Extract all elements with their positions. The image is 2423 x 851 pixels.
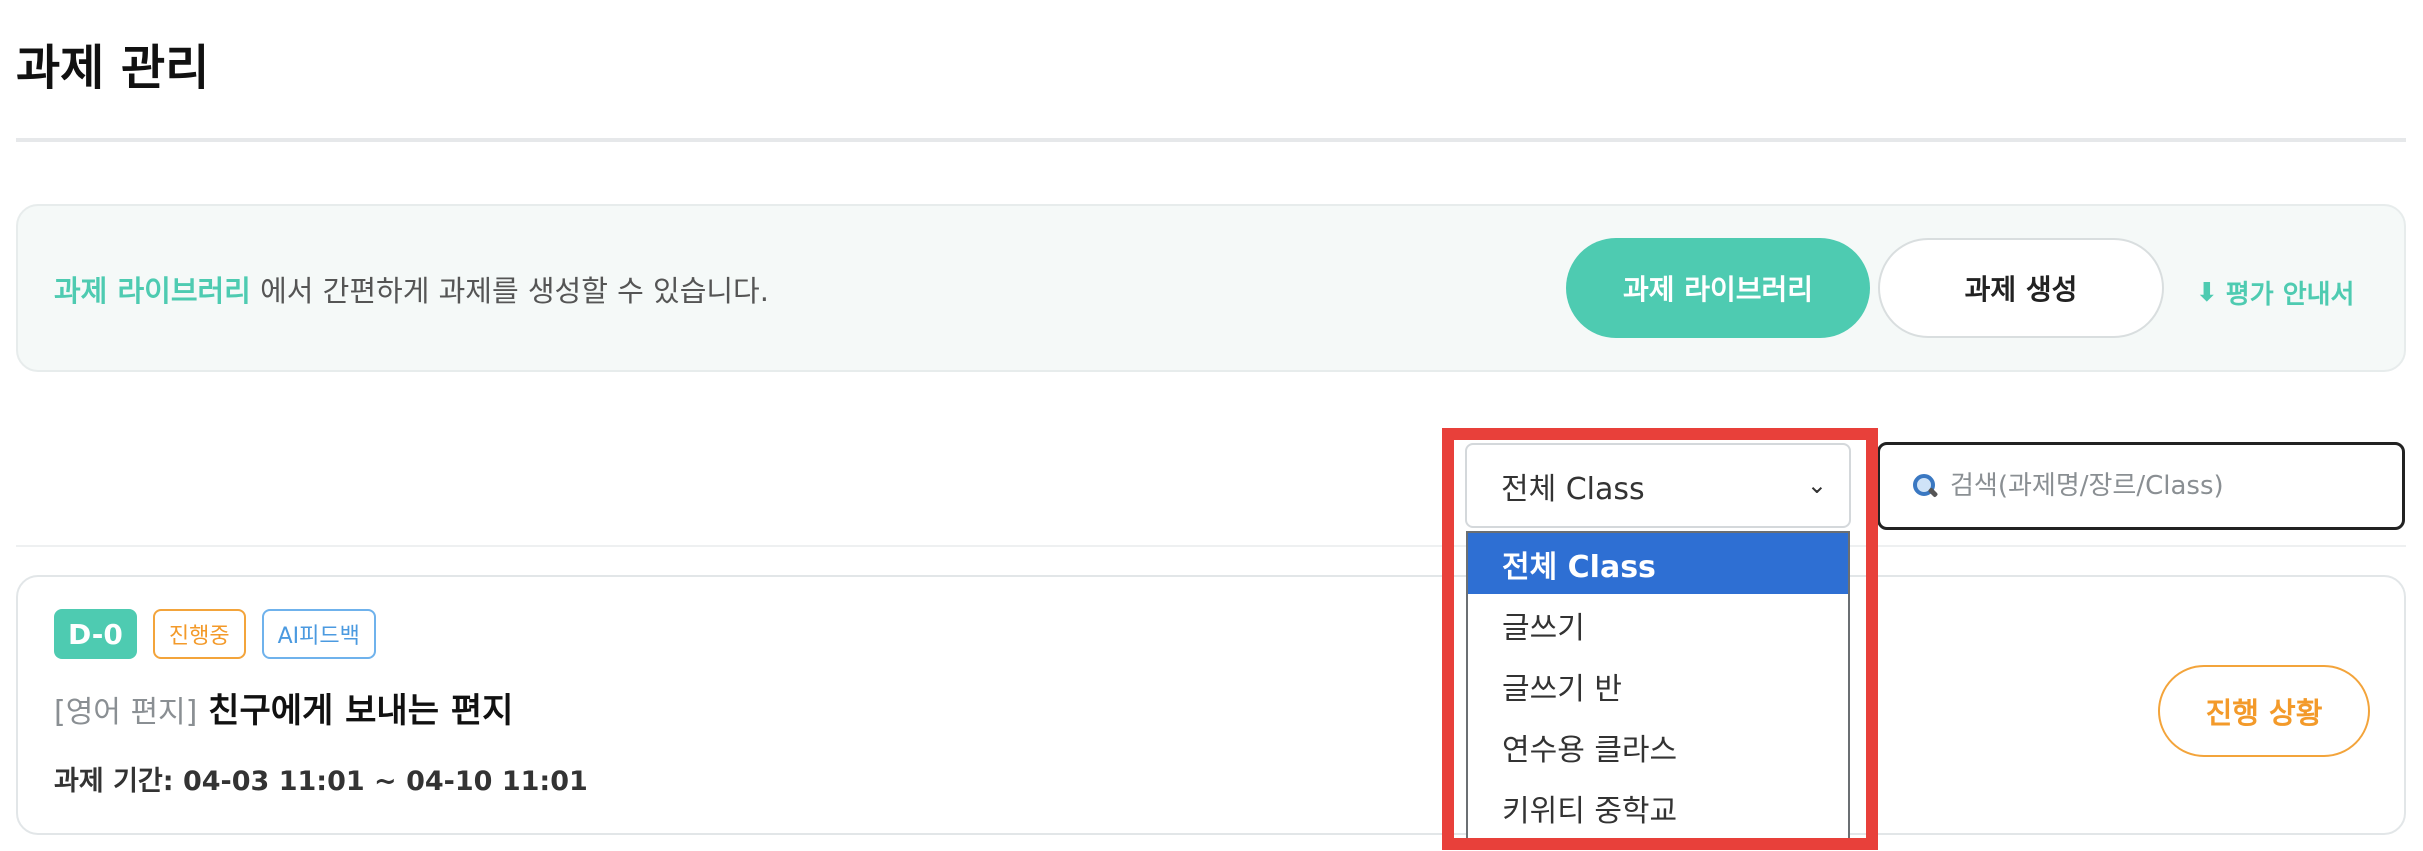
assignment-title-row: [영어 편지] 친구에게 보내는 편지 [54,683,513,732]
class-select[interactable]: 전체 Class ⌄ [1465,443,1851,528]
ai-feedback-badge: AI피드백 [261,609,376,659]
banner-text: 과제 라이브러리 에서 간편하게 과제를 생성할 수 있습니다. [54,268,769,310]
assignment-badges: D-0 진행중 AI피드백 [54,609,376,659]
class-option[interactable]: 전체 Class [1468,533,1848,594]
d-day-badge: D-0 [54,609,137,659]
status-badge: 진행중 [152,609,246,659]
class-select-value: 전체 Class [1501,471,1645,507]
banner-description: 에서 간편하게 과제를 생성할 수 있습니다. [250,274,769,308]
assignment-title[interactable]: 친구에게 보내는 편지 [208,691,513,731]
assignment-card: D-0 진행중 AI피드백 [영어 편지] 친구에게 보내는 편지 과제 기간:… [16,575,2406,835]
search-field[interactable] [1877,442,2405,530]
class-dropdown-list: 전체 Class 글쓰기 글쓰기 반 연수용 클라스 키위티 중학교 [1466,531,1850,844]
assignment-period: 과제 기간: 04-03 11:01 ~ 04-10 11:01 [54,766,588,797]
create-assignment-button[interactable]: 과제 생성 [1878,238,2164,338]
library-button[interactable]: 과제 라이브러리 [1566,238,1870,338]
class-option[interactable]: 글쓰기 [1468,594,1848,655]
class-option[interactable]: 키위티 중학교 [1468,777,1848,838]
download-arrow-icon: ⬇ [2196,277,2218,308]
page-title: 과제 관리 [16,40,210,96]
class-option[interactable]: 글쓰기 반 [1468,655,1848,716]
evaluation-guide-label: 평가 안내서 [2225,280,2355,310]
library-banner: 과제 라이브러리 에서 간편하게 과제를 생성할 수 있습니다. 과제 라이브러… [16,204,2406,372]
assignment-genre: [영어 편지] [54,695,198,730]
search-input[interactable] [1950,471,2370,501]
title-divider [16,138,2406,142]
class-option[interactable]: 연수용 클라스 [1468,716,1848,777]
chevron-down-icon: ⌄ [1806,471,1827,499]
list-divider [16,545,2406,547]
progress-status-button[interactable]: 진행 상황 [2158,665,2370,757]
banner-library-link[interactable]: 과제 라이브러리 [54,274,251,308]
evaluation-guide-link[interactable]: ⬇ 평가 안내서 [2196,274,2354,311]
search-icon [1912,473,1938,499]
